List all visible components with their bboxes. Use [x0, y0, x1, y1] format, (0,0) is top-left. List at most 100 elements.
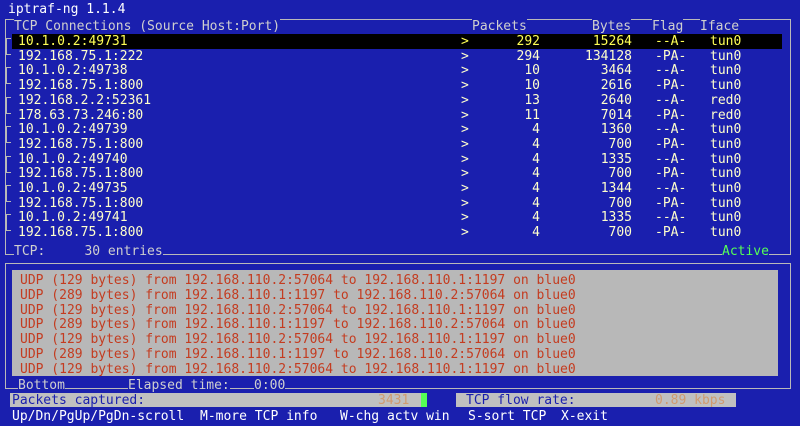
direction-arrow: > — [461, 93, 469, 108]
interface-name: red0 — [710, 108, 742, 123]
direction-arrow: > — [461, 166, 469, 181]
tcp-flag: --A- — [655, 152, 687, 167]
tcp-connection-row[interactable]: 10.1.0.2:49741 >4 1335 --A-tun0 — [12, 210, 782, 225]
direction-arrow: > — [461, 137, 469, 152]
tcp-connection-row[interactable]: 178.63.73.246:80 >11 7014 -PA-red0 — [12, 108, 782, 123]
packet-count: 4 — [532, 225, 540, 240]
interface-name: tun0 — [710, 166, 742, 181]
tcp-connection-row[interactable]: 10.1.0.2:49740 >4 1335 --A-tun0 — [12, 152, 782, 167]
tcp-connection-row[interactable]: 10.1.0.2:49738 >10 3464 --A-tun0 — [12, 63, 782, 78]
byte-count: 7014 — [600, 108, 632, 123]
tcp-flag: --A- — [655, 181, 687, 196]
tcp-connection-row[interactable]: 192.168.75.1:800 >4 700 -PA-tun0 — [12, 137, 782, 152]
tcp-flag: --A- — [655, 34, 687, 49]
tcp-connection-row[interactable]: 192.168.75.1:800 >4 700 -PA-tun0 — [12, 225, 782, 240]
help-change-window-text: -chg actv win — [347, 409, 450, 424]
byte-count: 700 — [608, 166, 632, 181]
active-window-indicator: Active — [722, 244, 769, 259]
help-more-info-text: -more TCP info — [207, 409, 318, 424]
interface-name: red0 — [710, 93, 742, 108]
tcp-header-packets[interactable]: Packets — [472, 19, 527, 34]
interface-name: tun0 — [710, 34, 742, 49]
tcp-host-port: 192.168.75.1:800 — [18, 196, 144, 211]
tcp-header-connections[interactable]: TCP Connections (Source Host:Port) — [14, 19, 281, 34]
help-sort-key: S — [468, 409, 476, 424]
udp-packet-line: UDP (289 bytes) from 192.168.110.1:1197 … — [20, 287, 576, 303]
interface-name: tun0 — [710, 122, 742, 137]
packet-count: 11 — [524, 108, 540, 123]
tcp-header-flag[interactable]: Flag — [652, 19, 684, 34]
connection-pair-bracket — [6, 185, 11, 202]
tcp-connection-row[interactable]: 192.168.75.1:800 >4 700 -PA-tun0 — [12, 196, 782, 211]
direction-arrow: > — [461, 122, 469, 137]
byte-count: 134128 — [585, 49, 632, 64]
interface-name: tun0 — [710, 49, 742, 64]
connection-pair-bracket — [6, 97, 11, 114]
byte-count: 1335 — [600, 152, 632, 167]
elapsed-time-value: 0:00 — [254, 378, 286, 393]
packet-count: 294 — [516, 49, 540, 64]
tcp-connection-row[interactable]: 10.1.0.2:49739 >4 1360 --A-tun0 — [12, 122, 782, 137]
tcp-connection-row[interactable]: 10.1.0.2:49731 >292 15264 --A-tun0 — [12, 34, 782, 49]
direction-arrow: > — [461, 181, 469, 196]
packet-count: 4 — [532, 166, 540, 181]
packet-count: 10 — [524, 78, 540, 93]
packet-count: 10 — [524, 63, 540, 78]
tcp-flow-rate-value: 0.89 kbps — [655, 393, 726, 408]
interface-name: tun0 — [710, 181, 742, 196]
packets-captured-value: 3431 — [378, 393, 410, 408]
tcp-host-port: 10.1.0.2:49740 — [18, 152, 128, 167]
tcp-flag: -PA- — [655, 166, 687, 181]
tcp-host-port: 10.1.0.2:49735 — [18, 181, 128, 196]
help-sort[interactable]: S-sort TCP — [468, 409, 546, 424]
connection-pair-bracket — [6, 126, 11, 143]
tcp-flag: -PA- — [655, 137, 687, 152]
udp-packet-line: UDP (289 bytes) from 192.168.110.1:1197 … — [20, 347, 576, 362]
direction-arrow: > — [461, 63, 469, 78]
tcp-flow-rate-label: TCP flow rate: — [466, 393, 576, 408]
interface-name: tun0 — [710, 152, 742, 167]
help-scroll-key: Up/Dn/PgUp/PgDn — [12, 409, 130, 424]
udp-packet-line: UDP (129 bytes) from 192.168.110.2:57064… — [20, 332, 576, 348]
tcp-connection-row[interactable]: 192.168.2.2:52361 >13 2640 --A-red0 — [12, 93, 782, 108]
packet-count: 4 — [532, 181, 540, 196]
help-change-window-key: W — [340, 409, 348, 424]
tcp-connection-row[interactable]: 192.168.75.1:222 >294 134128 -PA-tun0 — [12, 49, 782, 64]
help-exit[interactable]: X-exit — [561, 409, 608, 424]
udp-packet-line: UDP (129 bytes) from 192.168.110.2:57064… — [20, 273, 576, 288]
direction-arrow: > — [461, 78, 469, 93]
tcp-host-port: 10.1.0.2:49741 — [18, 210, 128, 225]
help-more-info[interactable]: M-more TCP info — [200, 409, 317, 424]
tcp-flag: -PA- — [655, 225, 687, 240]
connection-pair-bracket — [6, 214, 11, 231]
byte-count: 3464 — [600, 63, 632, 78]
tcp-flag: --A- — [655, 210, 687, 225]
packets-captured-label: Packets captured: — [12, 393, 146, 408]
tcp-connection-row[interactable]: 192.168.75.1:800 >10 2616 -PA-tun0 — [12, 78, 782, 93]
connection-pair-bracket — [6, 67, 11, 84]
connection-pair-bracket — [6, 156, 11, 173]
tcp-header-iface[interactable]: Iface — [700, 19, 740, 34]
help-scroll[interactable]: Up/Dn/PgUp/PgDn-scroll — [12, 409, 184, 424]
packet-count: 13 — [524, 93, 540, 108]
interface-name: tun0 — [710, 225, 742, 240]
direction-arrow: > — [461, 225, 469, 240]
tcp-host-port: 10.1.0.2:49739 — [18, 122, 128, 137]
byte-count: 1335 — [600, 210, 632, 225]
direction-arrow: > — [461, 152, 469, 167]
tcp-connection-row[interactable]: 10.1.0.2:49735 >4 1344 --A-tun0 — [12, 181, 782, 196]
tcp-header-bytes[interactable]: Bytes — [592, 19, 632, 34]
tcp-host-port: 192.168.2.2:52361 — [18, 93, 152, 108]
packet-count: 4 — [532, 210, 540, 225]
interface-name: tun0 — [710, 63, 742, 78]
direction-arrow: > — [461, 49, 469, 64]
udp-packet-line: UDP (289 bytes) from 192.168.110.1:1197 … — [20, 317, 576, 333]
tcp-connection-row[interactable]: 192.168.75.1:800 >4 700 -PA-tun0 — [12, 166, 782, 181]
byte-count: 700 — [608, 196, 632, 211]
tcp-flag: -PA- — [655, 108, 687, 123]
udp-packet-line: UDP (129 bytes) from 192.168.110.2:57064… — [20, 361, 576, 377]
app-title: iptraf-ng 1.1.4 — [8, 2, 126, 17]
help-sort-text: -sort TCP — [475, 409, 547, 424]
help-change-window[interactable]: W-chg actv win — [340, 409, 450, 424]
tcp-flag: --A- — [655, 93, 687, 108]
